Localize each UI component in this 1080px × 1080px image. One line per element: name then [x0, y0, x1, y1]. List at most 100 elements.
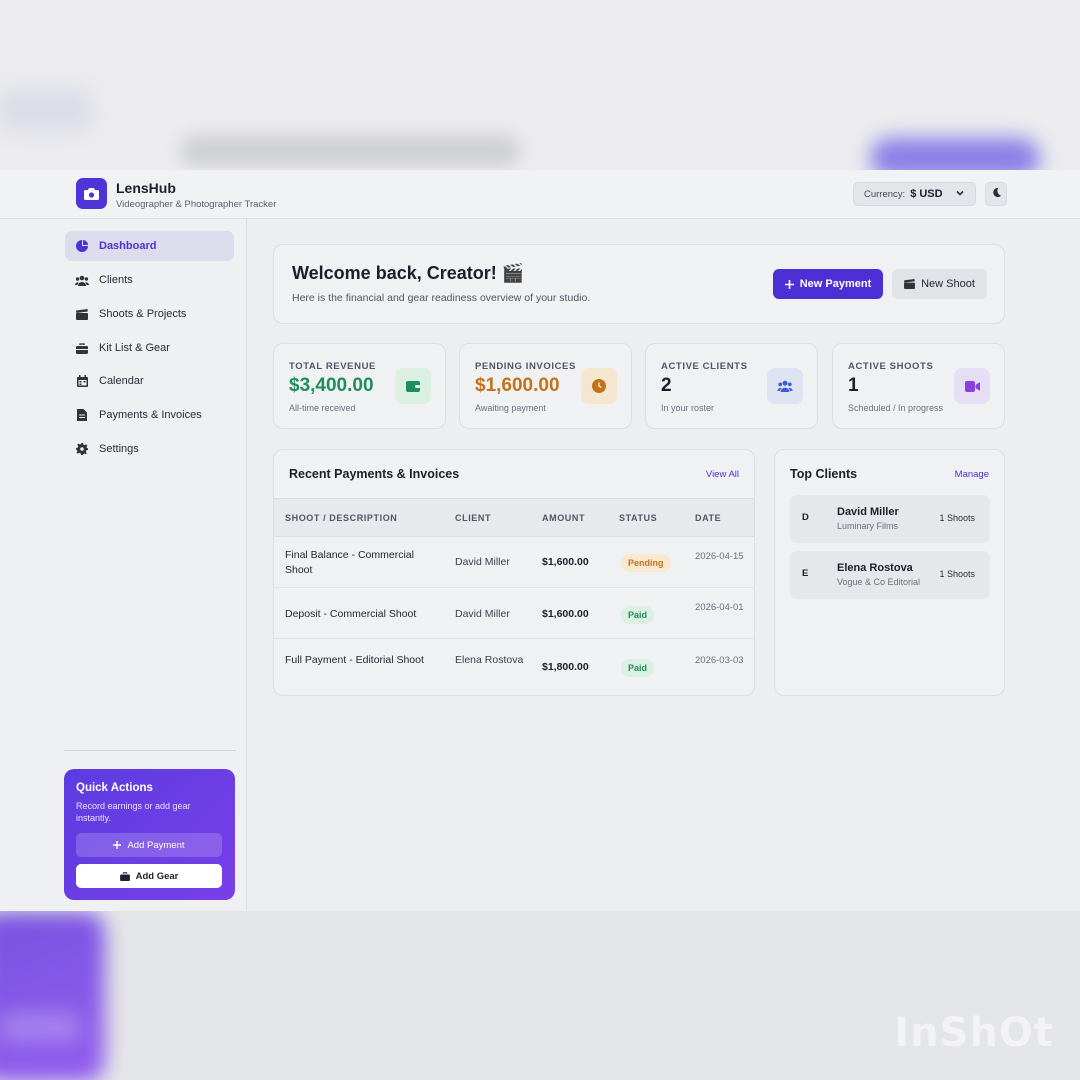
pie-chart-icon — [75, 239, 89, 253]
background-blur-left — [0, 90, 90, 130]
status-badge: Paid — [621, 606, 655, 624]
new-shoot-button[interactable]: New Shoot — [892, 269, 987, 299]
plus-icon — [113, 841, 122, 849]
chevron-down-icon — [955, 188, 965, 201]
table-row[interactable]: Final Balance - Commercial Shoot David M… — [274, 538, 754, 588]
calendar-icon — [75, 374, 89, 388]
stat-value: 2 — [661, 375, 672, 396]
background-blur-quick-actions — [0, 912, 105, 1080]
add-payment-label: Add Payment — [127, 839, 185, 851]
client-list-item[interactable]: D David Miller Luminary Films 1 Shoots — [790, 495, 990, 543]
row-client: Elena Rostova — [455, 654, 524, 666]
add-gear-button[interactable]: Add Gear — [76, 864, 222, 888]
video-icon — [954, 368, 990, 404]
stat-value: $1,600.00 — [475, 375, 560, 396]
sidebar-item-label: Payments & Invoices — [99, 409, 202, 421]
users-icon — [75, 273, 89, 287]
clapperboard-icon — [904, 279, 916, 289]
stat-note: Scheduled / In progress — [848, 403, 944, 413]
gear-icon — [75, 442, 89, 456]
column-header: STATUS — [619, 513, 658, 523]
sidebar-item-settings[interactable]: Settings — [65, 434, 234, 464]
clapperboard-icon — [75, 307, 89, 321]
column-header: SHOOT / DESCRIPTION — [285, 513, 398, 523]
currency-value: $ USD — [910, 188, 943, 200]
row-date: 2026-03-03 — [695, 655, 744, 666]
avatar: D — [802, 512, 809, 523]
sidebar-item-label: Clients — [99, 274, 133, 286]
row-amount: $1,800.00 — [542, 661, 589, 673]
stat-value: $3,400.00 — [289, 375, 374, 396]
stat-label: PENDING INVOICES — [475, 361, 576, 372]
quick-actions-panel: Quick Actions Record earnings or add gea… — [64, 769, 235, 900]
sidebar-item-payments[interactable]: Payments & Invoices — [65, 400, 234, 430]
clock-icon — [581, 368, 617, 404]
new-payment-button[interactable]: New Payment — [773, 269, 883, 299]
sidebar: Dashboard Clients Shoots & Projects Kit … — [0, 219, 247, 911]
stat-card-clients: ACTIVE CLIENTS 2 In your roster — [645, 343, 818, 429]
row-description: Full Payment - Editorial Shoot — [285, 654, 424, 666]
table-row[interactable]: Deposit - Commercial Shoot David Miller … — [274, 589, 754, 639]
stat-card-pending: PENDING INVOICES $1,600.00 Awaiting paym… — [459, 343, 632, 429]
client-shoot-count: 1 Shoots — [939, 513, 975, 523]
stat-label: ACTIVE SHOOTS — [848, 361, 934, 372]
stat-value: 1 — [848, 375, 859, 396]
sidebar-item-shoots[interactable]: Shoots & Projects — [65, 299, 234, 329]
view-all-link[interactable]: View All — [706, 469, 739, 480]
background-blur-title — [180, 135, 520, 167]
client-name: Elena Rostova — [837, 562, 913, 574]
moon-icon — [991, 185, 1002, 203]
stat-label: ACTIVE CLIENTS — [661, 361, 748, 372]
stat-card-shoots: ACTIVE SHOOTS 1 Scheduled / In progress — [832, 343, 1005, 429]
client-org: Vogue & Co Editorial — [837, 577, 921, 587]
toolbox-icon — [75, 341, 89, 355]
row-date: 2026-04-01 — [695, 602, 744, 613]
page-title: Welcome back, Creator! 🎬 — [292, 263, 525, 283]
video-watermark: InShOt — [894, 1010, 1054, 1056]
table-row[interactable]: Full Payment - Editorial Shoot Elena Ros… — [274, 640, 754, 690]
sidebar-item-calendar[interactable]: Calendar — [65, 366, 234, 396]
app-name: LensHub — [116, 180, 176, 196]
app-window: LensHub Videographer & Photographer Trac… — [0, 170, 1080, 911]
stat-label: TOTAL REVENUE — [289, 361, 376, 372]
table-header: SHOOT / DESCRIPTION CLIENT AMOUNT STATUS… — [274, 498, 754, 537]
welcome-card: Welcome back, Creator! 🎬 Here is the fin… — [273, 244, 1005, 324]
column-header: AMOUNT — [542, 513, 586, 523]
sidebar-divider — [64, 750, 236, 751]
row-description: Deposit - Commercial Shoot — [285, 608, 417, 620]
row-client: David Miller — [455, 608, 510, 620]
row-client: David Miller — [455, 556, 510, 568]
sidebar-item-label: Shoots & Projects — [99, 308, 187, 320]
row-description: Final Balance - Commercial Shoot — [285, 549, 414, 576]
stat-note: In your roster — [661, 403, 715, 413]
sidebar-item-clients[interactable]: Clients — [65, 265, 234, 295]
plus-icon — [784, 279, 794, 289]
app-tagline: Videographer & Photographer Tracker — [116, 199, 277, 210]
stat-note: All-time received — [289, 403, 356, 413]
client-name: David Miller — [837, 506, 899, 518]
sidebar-item-dashboard[interactable]: Dashboard — [65, 231, 234, 261]
top-clients-card: Top Clients Manage D David Miller Lumina… — [774, 449, 1005, 696]
toolbox-icon — [119, 871, 130, 881]
currency-select[interactable]: Currency: $ USD — [853, 182, 976, 206]
new-shoot-label: New Shoot — [921, 278, 975, 290]
client-list-item[interactable]: E Elena Rostova Vogue & Co Editorial 1 S… — [790, 551, 990, 599]
recent-payments-card: Recent Payments & Invoices View All SHOO… — [273, 449, 755, 696]
sidebar-item-kit[interactable]: Kit List & Gear — [65, 333, 234, 363]
new-payment-label: New Payment — [799, 278, 872, 290]
manage-link[interactable]: Manage — [955, 469, 989, 480]
sidebar-item-label: Dashboard — [99, 240, 157, 252]
invoice-icon — [75, 408, 89, 422]
add-payment-button[interactable]: Add Payment — [76, 833, 222, 857]
column-header: CLIENT — [455, 513, 492, 523]
avatar: E — [802, 568, 809, 579]
wallet-icon — [395, 368, 431, 404]
dark-mode-toggle[interactable] — [985, 182, 1007, 206]
status-badge: Pending — [621, 554, 671, 572]
sidebar-item-label: Calendar — [99, 375, 144, 387]
client-org: Luminary Films — [837, 521, 899, 531]
add-gear-label: Add Gear — [135, 870, 179, 882]
top-bar: LensHub Videographer & Photographer Trac… — [0, 170, 1080, 219]
stat-note: Awaiting payment — [475, 403, 546, 413]
row-amount: $1,600.00 — [542, 556, 589, 568]
